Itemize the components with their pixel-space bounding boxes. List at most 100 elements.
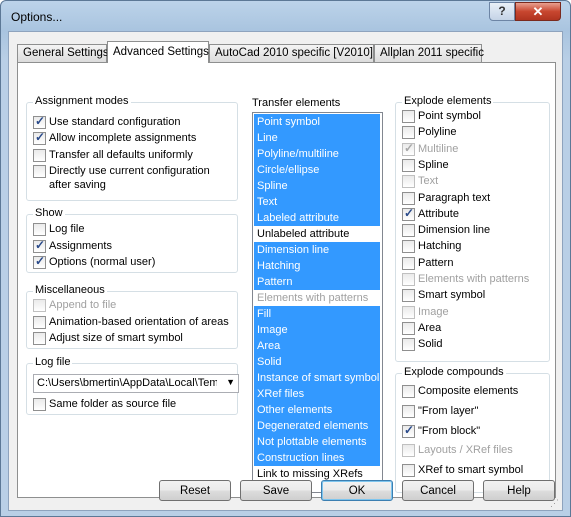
list-item-circle-ellipse[interactable]: Circle/ellipse bbox=[254, 162, 380, 178]
cancel-button[interactable]: Cancel bbox=[402, 480, 474, 501]
help-title-button[interactable]: ? bbox=[489, 2, 515, 21]
checkbox-label: Allow incomplete assignments bbox=[49, 132, 197, 144]
checkbox-box[interactable] bbox=[33, 316, 46, 329]
window-title: Options... bbox=[11, 10, 63, 24]
checkbox-label: Adjust size of smart symbol bbox=[49, 332, 183, 344]
log-file-path-value: C:\Users\bmertin\AppData\Local\Tem bbox=[37, 377, 217, 389]
help-button[interactable]: Help bbox=[483, 480, 555, 501]
checkbox-label: Dimension line bbox=[418, 224, 491, 237]
list-item-other-elements[interactable]: Other elements bbox=[254, 402, 380, 418]
show-title: Show bbox=[33, 207, 65, 219]
checkbox-box[interactable] bbox=[402, 224, 415, 238]
checkbox-box[interactable] bbox=[33, 223, 46, 236]
checkbox-label: Spline bbox=[418, 158, 449, 171]
checkbox-box[interactable] bbox=[402, 110, 415, 123]
list-item-construction-lines[interactable]: Construction lines bbox=[254, 450, 380, 466]
checkbox-box[interactable] bbox=[402, 404, 415, 418]
explode-compounds-group: Explode compounds Composite elements "Fro… bbox=[395, 366, 550, 493]
checkbox-box[interactable] bbox=[33, 238, 46, 253]
miscellaneous-group: Miscellaneous Append to file Animation-b… bbox=[26, 284, 238, 349]
checkbox-box[interactable] bbox=[33, 254, 46, 269]
checkbox-box[interactable] bbox=[402, 385, 415, 398]
log-file-path-combo[interactable]: C:\Users\bmertin\AppData\Local\Tem ▼ bbox=[33, 374, 239, 393]
list-item-elements-with-patterns[interactable]: Elements with patterns bbox=[254, 290, 380, 306]
tab-allplan-2011[interactable]: Allplan 2011 specific bbox=[374, 44, 484, 62]
checkbox-box[interactable] bbox=[402, 191, 415, 205]
save-button[interactable]: Save bbox=[240, 480, 312, 501]
checkbox-box[interactable] bbox=[33, 299, 46, 312]
title-bar[interactable]: Options... ? ✕ bbox=[1, 1, 570, 31]
checkbox-label: Text bbox=[418, 175, 439, 188]
checkbox-box[interactable] bbox=[402, 158, 415, 172]
tab-autocad-2010[interactable]: AutoCad 2010 specific [V2010] bbox=[209, 44, 374, 62]
list-item-point-symbol[interactable]: Point symbol bbox=[254, 114, 380, 130]
checkbox-box[interactable] bbox=[402, 444, 415, 458]
miscellaneous-title: Miscellaneous bbox=[33, 284, 107, 296]
tab-advanced-settings[interactable]: Advanced Settings bbox=[107, 41, 209, 63]
checkbox-box[interactable] bbox=[33, 165, 46, 178]
resize-grip-icon[interactable]: ⋰ bbox=[550, 498, 560, 508]
checkbox-box[interactable] bbox=[402, 423, 415, 438]
explode-elements-title: Explode elements bbox=[402, 95, 494, 107]
checkbox-box[interactable] bbox=[33, 130, 46, 145]
checkbox-label: Multiline bbox=[418, 142, 459, 155]
checkbox-box[interactable] bbox=[402, 141, 415, 156]
checkbox-label: Transfer all defaults uniformly bbox=[49, 149, 193, 161]
list-item-hatching[interactable]: Hatching bbox=[254, 258, 380, 274]
checkbox-box[interactable] bbox=[402, 305, 415, 319]
checkbox-box[interactable] bbox=[402, 289, 415, 303]
checkbox-label: Image bbox=[418, 305, 449, 318]
close-button[interactable]: ✕ bbox=[515, 2, 561, 21]
explode-compounds-title: Explode compounds bbox=[402, 366, 506, 378]
list-item-unlabeled-attribute[interactable]: Unlabeled attribute bbox=[254, 226, 380, 242]
list-item-dimension-line[interactable]: Dimension line bbox=[254, 242, 380, 258]
dialog-client: General Settings Advanced Settings AutoC… bbox=[8, 31, 563, 511]
checkbox-label: Same folder as source file bbox=[49, 398, 177, 410]
list-item-line[interactable]: Line bbox=[254, 130, 380, 146]
list-item-xref-files[interactable]: XRef files bbox=[254, 386, 380, 402]
checkbox-box[interactable] bbox=[402, 206, 415, 221]
checkbox-box[interactable] bbox=[402, 321, 415, 335]
checkbox-box[interactable] bbox=[402, 273, 415, 286]
chevron-down-icon[interactable]: ▼ bbox=[226, 377, 235, 387]
checkbox-box[interactable] bbox=[402, 256, 415, 270]
checkbox-box[interactable] bbox=[402, 240, 415, 254]
assignment-modes-title: Assignment modes bbox=[33, 95, 131, 107]
checkbox-box[interactable] bbox=[33, 332, 46, 345]
reset-button[interactable]: Reset bbox=[159, 480, 231, 501]
checkbox-label: Solid bbox=[418, 338, 443, 351]
checkbox-box[interactable] bbox=[402, 175, 415, 189]
ok-button[interactable]: OK bbox=[321, 480, 393, 501]
checkbox-label: Point symbol bbox=[418, 110, 481, 122]
checkbox-label: "From layer" bbox=[418, 404, 479, 417]
checkbox-label: Area bbox=[418, 321, 442, 334]
checkbox-box[interactable] bbox=[33, 398, 46, 411]
list-item-spline[interactable]: Spline bbox=[254, 178, 380, 194]
list-item-solid[interactable]: Solid bbox=[254, 354, 380, 370]
advanced-settings-panel: Assignment modes Use standard configurat… bbox=[17, 62, 556, 498]
list-item-labeled-attribute[interactable]: Labeled attribute bbox=[254, 210, 380, 226]
checkbox-box[interactable] bbox=[33, 114, 46, 129]
list-item-fill[interactable]: Fill bbox=[254, 306, 380, 322]
checkbox-label: Layouts / XRef files bbox=[418, 444, 513, 457]
checkbox-box[interactable] bbox=[402, 126, 415, 140]
list-item-not-plottable-elements[interactable]: Not plottable elements bbox=[254, 434, 380, 450]
checkbox-box[interactable] bbox=[402, 338, 415, 352]
checkbox-box[interactable] bbox=[402, 464, 415, 478]
list-item-polyline-multiline[interactable]: Polyline/multiline bbox=[254, 146, 380, 162]
show-group: Show Log file Assignments Options (norma… bbox=[26, 207, 238, 273]
checkbox-label: "From block" bbox=[418, 424, 481, 437]
close-icon: ✕ bbox=[532, 4, 544, 19]
list-item-pattern[interactable]: Pattern bbox=[254, 274, 380, 290]
checkbox-label: Composite elements bbox=[418, 385, 519, 397]
list-item-area[interactable]: Area bbox=[254, 338, 380, 354]
list-item-image[interactable]: Image bbox=[254, 322, 380, 338]
tab-general-settings[interactable]: General Settings bbox=[17, 44, 109, 62]
list-item-instance-of-smart-symbol[interactable]: Instance of smart symbol bbox=[254, 370, 380, 386]
checkbox-label: Use standard configuration bbox=[49, 116, 181, 128]
transfer-elements-list[interactable]: Point symbol Line Polyline/multiline Circle… bbox=[252, 112, 383, 493]
checkbox-box[interactable] bbox=[33, 149, 46, 162]
log-file-title: Log file bbox=[33, 356, 73, 368]
list-item-text[interactable]: Text bbox=[254, 194, 380, 210]
list-item-degenerated-elements[interactable]: Degenerated elements bbox=[254, 418, 380, 434]
